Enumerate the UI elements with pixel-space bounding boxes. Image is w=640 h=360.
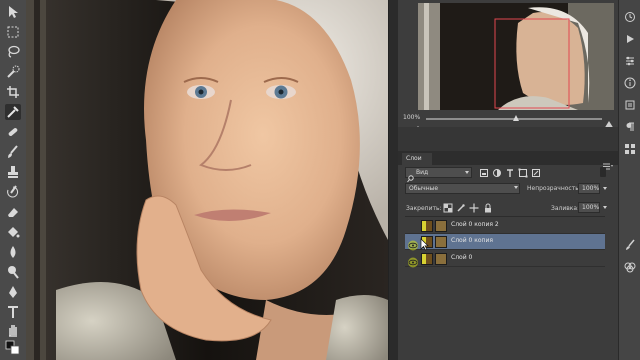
opacity-field[interactable]: 100% — [578, 183, 600, 194]
layer-thumbnail — [421, 253, 433, 265]
lasso-tool-icon[interactable] — [5, 44, 21, 60]
filter-shape-icon[interactable] — [518, 168, 528, 178]
lock-label: Закрепить: — [406, 205, 442, 212]
history-brush-tool-icon[interactable] — [5, 184, 21, 200]
channels-icon[interactable] — [624, 258, 636, 273]
fill-label: Заливка: — [551, 205, 580, 212]
swatches-icon[interactable] — [624, 140, 636, 154]
blur-tool-icon[interactable] — [5, 244, 21, 260]
info-icon[interactable] — [624, 74, 636, 89]
layer-row[interactable]: Слой 0 копия 2 — [405, 218, 605, 234]
layers-divider — [405, 216, 605, 217]
filter-toggle[interactable] — [600, 167, 606, 177]
eye-icon[interactable] — [407, 253, 419, 268]
document-canvas[interactable] — [26, 0, 388, 360]
blend-mode-value: Обычные — [409, 185, 439, 192]
dodge-tool-icon[interactable] — [5, 264, 21, 280]
chevron-down-icon — [514, 186, 518, 189]
quick-selection-tool-icon[interactable] — [5, 64, 21, 80]
layer-row[interactable]: Слой 0 — [405, 251, 605, 268]
eye-icon[interactable] — [407, 236, 419, 251]
tab-layers[interactable]: Слои — [402, 153, 432, 165]
history-icon[interactable] — [624, 8, 636, 22]
layer-filter-kind: Вид — [416, 169, 429, 176]
layer-filter-select[interactable]: Вид — [405, 167, 472, 178]
layer-thumbnail — [435, 253, 447, 265]
brush-tool-icon[interactable] — [5, 144, 21, 160]
chevron-down-icon — [465, 171, 469, 174]
pen-tool-icon[interactable] — [5, 284, 21, 300]
layer-visibility-toggle[interactable] — [407, 220, 419, 231]
portrait-photo — [26, 0, 388, 360]
zoom-in-icon[interactable] — [604, 114, 614, 129]
paragraph-icon[interactable] — [624, 118, 636, 131]
fill-dropdown-icon[interactable] — [603, 206, 607, 209]
collapsed-panels-bar — [618, 0, 640, 360]
crop-tool-icon[interactable] — [5, 84, 21, 100]
marquee-tool-icon[interactable] — [5, 24, 21, 40]
layer-name[interactable]: Слой 0 — [451, 254, 472, 261]
zoom-out-icon[interactable] — [414, 116, 422, 131]
brushes-icon[interactable] — [624, 236, 636, 250]
lock-position-icon[interactable] — [469, 203, 479, 213]
actions-icon[interactable] — [624, 30, 636, 43]
clone-stamp-tool-icon[interactable] — [5, 164, 21, 180]
paint-bucket-tool-icon[interactable] — [5, 224, 21, 240]
layer-thumbnail — [421, 220, 433, 232]
mouse-cursor-icon — [420, 236, 429, 251]
fill-field[interactable]: 100% — [578, 202, 600, 213]
lock-image-pixels-icon[interactable] — [456, 203, 466, 213]
filter-adjustment-icon[interactable] — [492, 168, 502, 178]
lock-all-icon[interactable] — [483, 203, 493, 213]
lock-transparent-pixels-icon[interactable] — [443, 203, 453, 213]
type-tool-icon[interactable] — [5, 304, 21, 320]
layer-name[interactable]: Слой 0 копия 2 — [451, 221, 499, 228]
navigator-zoom-knob[interactable] — [513, 115, 519, 121]
layer-thumbnail — [435, 236, 447, 248]
opacity-label: Непрозрачность: — [527, 185, 581, 192]
layer-name[interactable]: Слой 0 копия — [451, 237, 493, 244]
filter-pixel-icon[interactable] — [479, 168, 489, 178]
layer-thumbnail — [435, 220, 447, 232]
eraser-tool-icon[interactable] — [5, 204, 21, 220]
move-tool-icon[interactable] — [5, 4, 21, 20]
adjustments-icon[interactable] — [624, 52, 636, 66]
properties-icon[interactable] — [624, 96, 636, 110]
tools-panel — [0, 0, 27, 360]
navigator-thumbnail[interactable] — [418, 3, 614, 110]
opacity-dropdown-icon[interactable] — [603, 187, 607, 190]
panel-spacer — [398, 127, 618, 151]
search-icon — [407, 168, 414, 183]
healing-brush-tool-icon[interactable] — [5, 124, 21, 140]
color-swatches-icon[interactable] — [5, 340, 21, 356]
panel-menu-icon[interactable] — [603, 155, 613, 170]
filter-type-icon[interactable] — [505, 168, 515, 178]
layer-row-selected[interactable]: Слой 0 копия — [405, 234, 605, 251]
filter-smart-object-icon[interactable] — [531, 168, 541, 178]
blend-mode-select[interactable]: Обычные — [405, 183, 520, 194]
eyedropper-tool-icon[interactable] — [5, 104, 21, 120]
hand-tool-icon[interactable] — [5, 322, 21, 338]
